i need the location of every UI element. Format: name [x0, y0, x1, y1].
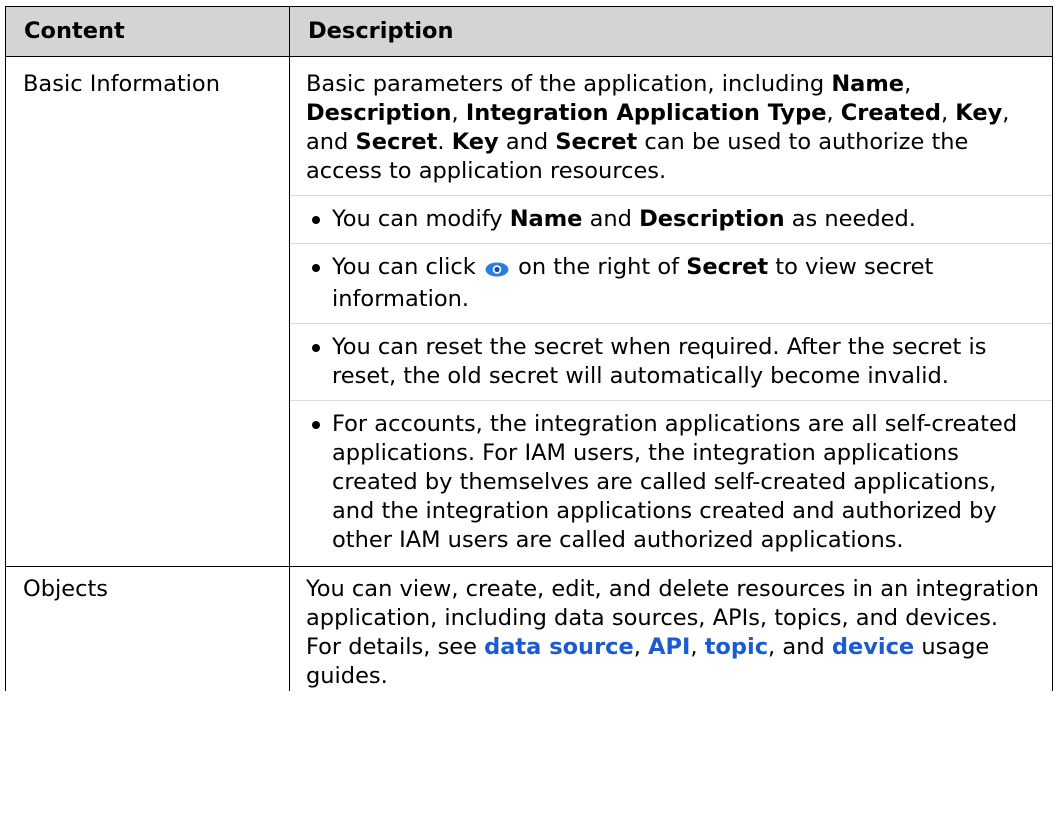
eye-icon	[485, 256, 509, 285]
api-link[interactable]: API	[648, 634, 690, 660]
table-row: Basic Information Basic parameters of th…	[5, 56, 1053, 567]
device-link[interactable]: device	[832, 634, 914, 660]
header-content: Content	[5, 6, 290, 57]
row-content-objects: Objects	[5, 566, 290, 691]
content-table: Content Description Basic Information Ba…	[5, 6, 1053, 691]
list-item: You can click on the right of Secret to …	[290, 243, 1052, 314]
intro-paragraph: Basic parameters of the application, inc…	[306, 71, 1010, 184]
header-row: Content Description	[5, 6, 1053, 57]
bullet-list: You can modify Name and Description as n…	[290, 195, 1052, 555]
list-item: You can reset the secret when required. …	[290, 323, 1052, 391]
header-description: Description	[289, 6, 1053, 57]
table-row: Objects You can view, create, edit, and …	[5, 566, 1053, 691]
row-description-objects: You can view, create, edit, and delete r…	[289, 566, 1053, 691]
topic-link[interactable]: topic	[705, 634, 768, 660]
row-description-basic-information: Basic parameters of the application, inc…	[289, 56, 1053, 567]
list-item: For accounts, the integration applicatio…	[290, 400, 1052, 555]
list-item: You can modify Name and Description as n…	[290, 195, 1052, 234]
row-content-basic-information: Basic Information	[5, 56, 290, 567]
objects-paragraph: You can view, create, edit, and delete r…	[306, 576, 1040, 689]
data-source-link[interactable]: data source	[484, 634, 634, 660]
